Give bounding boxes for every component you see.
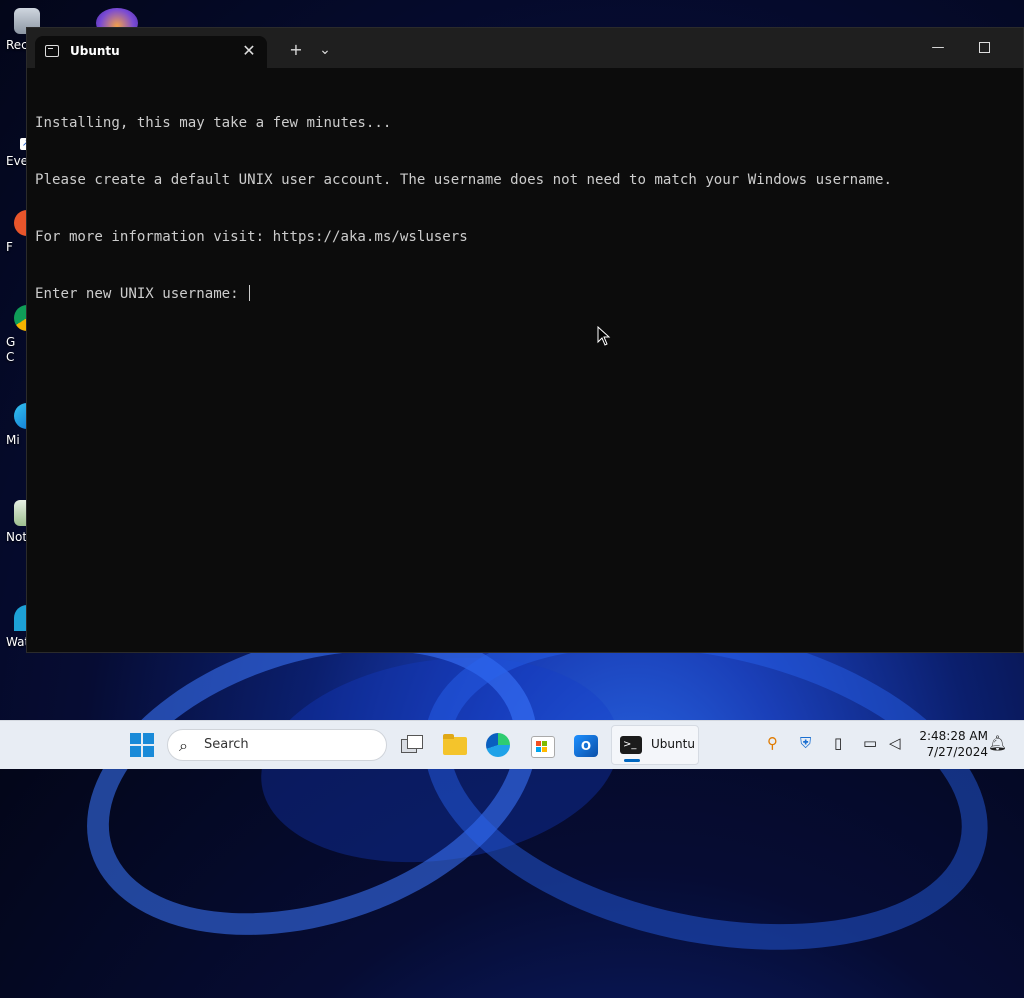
task-view-icon[interactable] <box>396 729 428 761</box>
maximize-button[interactable] <box>961 36 1007 60</box>
taskbar-app-label: Ubuntu <box>651 737 695 751</box>
taskbar-search-box[interactable]: ⌕ Search <box>167 729 387 761</box>
close-tab-icon[interactable]: ✕ <box>239 41 259 61</box>
defender-icon[interactable]: ⛨ <box>800 734 811 752</box>
tab-title: Ubuntu <box>70 44 120 58</box>
taskbar-ubuntu-app[interactable]: >_ Ubuntu <box>611 725 699 765</box>
terminal-prompt-line[interactable]: Enter new UNIX username: <box>35 285 1013 304</box>
terminal-tab-icon <box>45 45 59 57</box>
terminal-output[interactable]: Installing, this may take a few minutes.… <box>35 76 1013 642</box>
clock-time: 2:48:28 AM <box>919 729 988 743</box>
search-icon: ⌕ <box>179 736 188 755</box>
tab-ubuntu[interactable]: Ubuntu ✕ <box>35 36 267 68</box>
terminal-line: Please create a default UNIX user accoun… <box>35 172 893 188</box>
usb-icon[interactable]: ▯ <box>834 734 842 752</box>
outlook-icon[interactable]: O <box>570 729 602 761</box>
system-clock[interactable]: 2:48:28 AM 7/27/2024 <box>914 728 988 760</box>
windows-start-icon[interactable] <box>126 729 158 761</box>
terminal-window[interactable]: Ubuntu ✕ + ⌄ — Installing, this may take… <box>26 27 1024 653</box>
search-tray-icon[interactable]: ⚲ <box>767 734 778 752</box>
terminal-line: Installing, this may take a few minutes.… <box>35 115 392 131</box>
title-bar[interactable]: Ubuntu ✕ + ⌄ — <box>27 28 1023 68</box>
network-icon[interactable]: ▭ <box>863 734 877 752</box>
mouse-pointer-icon <box>597 326 611 346</box>
maximize-icon <box>978 42 990 53</box>
volume-icon[interactable]: ◁ <box>889 734 901 752</box>
username-prompt: Enter new UNIX username: <box>35 286 248 302</box>
text-cursor <box>249 285 251 301</box>
clock-date: 7/27/2024 <box>926 745 988 759</box>
new-tab-button[interactable]: + <box>284 40 308 60</box>
taskbar: ⌕ Search O >_ Ubuntu ⚲ ⛨ ▯ ▭ ◁ 2:48:28 A… <box>0 720 1024 769</box>
tab-dropdown-button[interactable]: ⌄ <box>313 40 337 60</box>
search-placeholder: Search <box>204 737 249 752</box>
terminal-line: For more information visit: https://aka.… <box>35 229 468 245</box>
store-icon[interactable] <box>526 729 558 761</box>
active-indicator <box>624 759 640 762</box>
edge-icon[interactable] <box>482 729 514 761</box>
notification-bell-icon[interactable]: 🔔︎ <box>988 734 1007 752</box>
file-explorer-icon[interactable] <box>439 729 471 761</box>
terminal-icon: >_ <box>620 736 642 754</box>
minimize-button[interactable]: — <box>915 36 961 60</box>
